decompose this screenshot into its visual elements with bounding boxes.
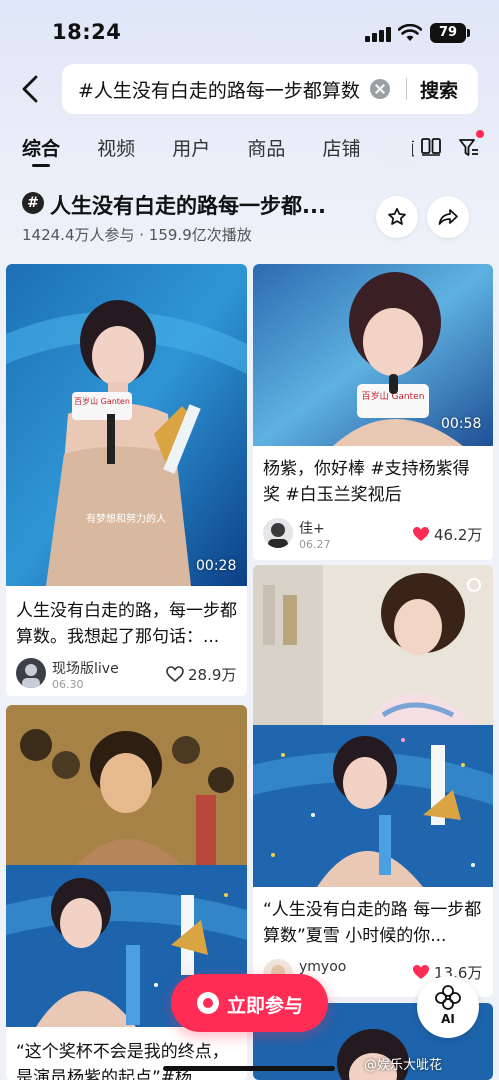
ai-label: AI: [441, 1012, 455, 1026]
join-button[interactable]: 立即参与: [171, 974, 328, 1032]
card-title[interactable]: “这个奖杯不会是我的终点，是演员杨紫的起点”#杨: [16, 1039, 241, 1080]
thumbnail-image: [253, 565, 493, 887]
like-heart-icon[interactable]: [412, 964, 430, 980]
video-thumbnail[interactable]: [253, 565, 493, 887]
hashtag-icon: #: [22, 192, 44, 214]
author-name[interactable]: ymyoo: [299, 959, 346, 975]
mic-brand-text: 百岁山 Ganten: [74, 396, 130, 406]
video-card[interactable]: “人生没有白走的路 每一步都算数”夏雪 小时候的你... ymyoo 13.6万: [253, 565, 493, 997]
search-bar[interactable]: #人生没有白走的路每一步都算数 搜索: [62, 64, 478, 114]
cellular-signal-icon: [365, 26, 391, 42]
like-count: 28.9万: [188, 666, 237, 684]
topic-stats: 1424.4万人参与 · 159.9亿次播放: [22, 226, 252, 244]
topic-title: 人生没有白走的路每一步都...: [50, 194, 326, 218]
search-divider: [406, 78, 407, 100]
video-duration: 00:28: [196, 558, 237, 574]
category-tabs: 综合 视频 用户 商品 店铺 直播: [22, 134, 414, 170]
layout-toggle-icon[interactable]: [421, 138, 441, 156]
post-date: 06.27: [299, 538, 331, 551]
author-name[interactable]: 现场版live: [52, 658, 119, 678]
status-time: 18:24: [52, 20, 122, 44]
video-thumbnail[interactable]: 百岁山 Ganten 有梦想和努力的人: [6, 264, 247, 586]
ai-assistant-button[interactable]: AI: [417, 976, 479, 1038]
video-card[interactable]: 百岁山 Ganten 00:58 杨紫，你好棒 #支持杨紫得奖 #白玉兰奖视后 …: [253, 264, 493, 560]
clear-icon[interactable]: [370, 79, 390, 99]
tab-overall[interactable]: 综合: [22, 134, 60, 167]
like-count: 46.2万: [434, 526, 483, 544]
filter-icon[interactable]: [458, 137, 480, 159]
video-duration: 00:58: [441, 416, 482, 432]
notification-dot: [476, 130, 484, 138]
card-title[interactable]: “人生没有白走的路 每一步都算数”夏雪 小时候的你...: [263, 897, 485, 949]
tab-video[interactable]: 视频: [97, 134, 135, 161]
like-heart-icon[interactable]: [412, 526, 430, 542]
camera-icon: [197, 992, 219, 1014]
watermark: @娱乐大呲花: [364, 1058, 443, 1073]
wifi-icon: [398, 24, 422, 41]
avatar[interactable]: [263, 518, 293, 548]
search-button[interactable]: 搜索: [420, 76, 458, 103]
star-icon: [388, 207, 406, 225]
video-subtitle: 有梦想和努力的人: [86, 512, 166, 525]
card-title[interactable]: 杨紫，你好棒 #支持杨紫得奖 #白玉兰奖视后: [263, 456, 485, 508]
back-arrow-icon[interactable]: [14, 72, 48, 106]
like-heart-icon[interactable]: [166, 666, 184, 682]
post-date: 06.30: [52, 678, 84, 691]
thumbnail-image: 百岁山 Ganten 有梦想和努力的人: [6, 264, 247, 586]
avatar[interactable]: [16, 658, 46, 688]
tab-users[interactable]: 用户: [172, 134, 210, 161]
share-icon: [438, 209, 458, 225]
card-title[interactable]: 人生没有白走的路，每一步都算数。我想起了那句话：...: [16, 598, 241, 650]
battery-indicator: 79: [430, 23, 470, 43]
home-indicator: [163, 1066, 335, 1071]
search-input[interactable]: #人生没有白走的路每一步都算数: [78, 76, 368, 103]
favorite-button[interactable]: [376, 196, 418, 238]
tab-products[interactable]: 商品: [247, 134, 285, 161]
tabs-fade: [360, 130, 412, 168]
join-label: 立即参与: [227, 995, 304, 1017]
status-bar: 18:24 79: [0, 0, 499, 62]
video-card[interactable]: 百岁山 Ganten 有梦想和努力的人 00:28 人生没有白走的路，每一步都算…: [6, 264, 247, 696]
author-name[interactable]: 佳+: [299, 518, 325, 538]
tab-shops[interactable]: 店铺: [322, 134, 360, 161]
share-button[interactable]: [427, 196, 469, 238]
ai-flower-icon: [435, 985, 461, 1010]
